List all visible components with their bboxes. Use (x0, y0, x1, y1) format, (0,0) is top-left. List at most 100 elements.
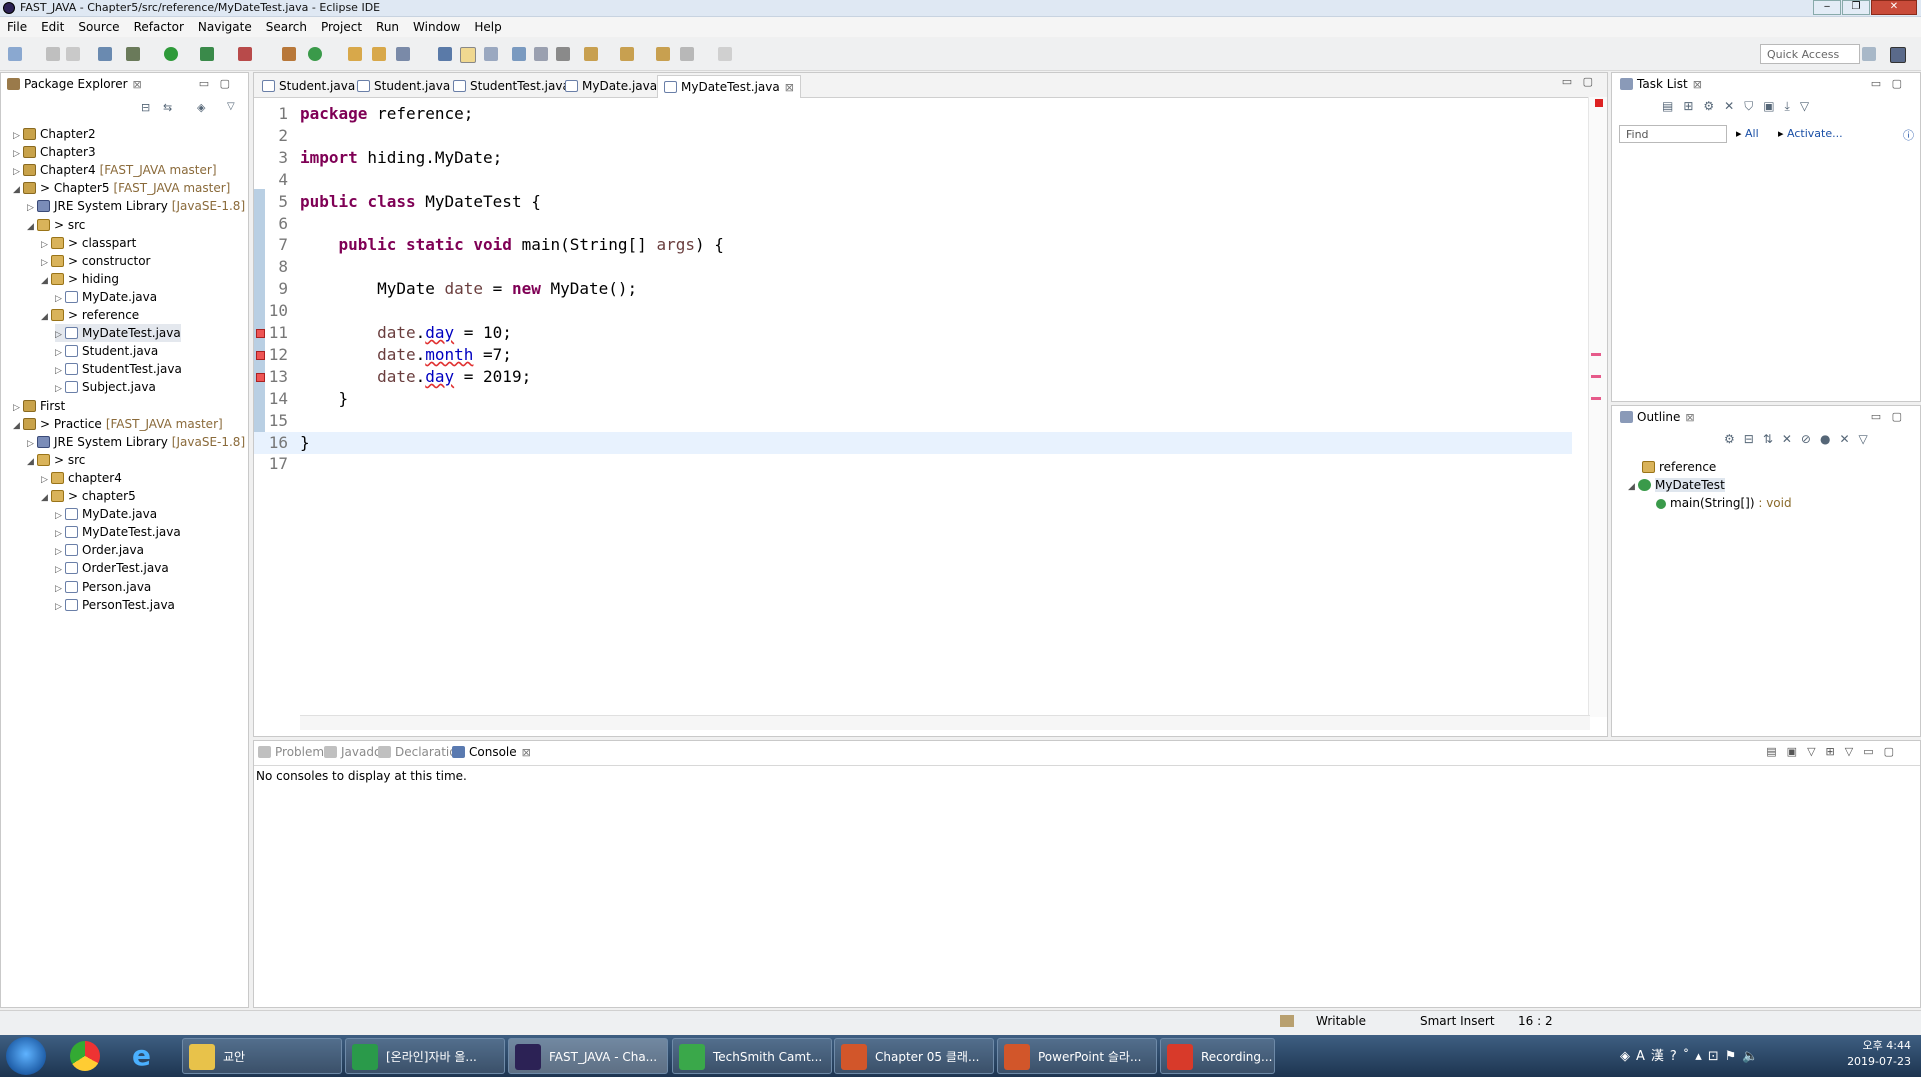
show-whitespace-icon[interactable] (534, 47, 548, 61)
code-line[interactable]: 16} (254, 431, 1572, 454)
error-marker-icon[interactable] (256, 350, 265, 360)
tab-problems[interactable]: Problems (258, 741, 330, 763)
taskbar-app-button[interactable]: FAST_JAVA - Cha... (508, 1038, 668, 1074)
tray-icons[interactable]: ◈A漢?˚▴⊡⚑🔈 (1620, 1045, 1765, 1064)
code-line[interactable]: 3 import hiding.MyDate; (254, 147, 1572, 169)
new-icon[interactable] (8, 47, 22, 61)
tree-item[interactable]: ◢ > hiding (41, 270, 119, 288)
run-icon[interactable] (164, 47, 178, 61)
code-line[interactable]: 11 date.day = 10; (254, 322, 1572, 344)
expanded-twisty-icon[interactable]: ◢ (27, 453, 37, 471)
menu-source[interactable]: Source (71, 20, 126, 34)
error-marker-icon[interactable] (256, 372, 265, 382)
chrome-icon[interactable] (70, 1041, 100, 1071)
expanded-twisty-icon[interactable]: ◢ (41, 489, 51, 507)
menu-help[interactable]: Help (467, 20, 508, 34)
tree-item[interactable]: ▷ chapter4 (41, 469, 122, 487)
code-line[interactable]: 7 public static void main(String[] args)… (254, 234, 1572, 256)
coverage-icon[interactable] (200, 47, 214, 61)
editor-tab[interactable]: StudentTest.java (453, 75, 570, 97)
code-line[interactable]: 13 date.day = 2019; (254, 366, 1572, 388)
block-selection-icon[interactable] (484, 47, 498, 61)
outline-item-package[interactable]: reference (1642, 458, 1716, 476)
tree-item[interactable]: ▷ OrderTest.java (55, 559, 169, 577)
overview-error-marker[interactable] (1591, 353, 1601, 356)
tree-item[interactable]: ▷ First (13, 397, 65, 415)
tree-item[interactable]: ◢ > Practice [FAST_JAVA master] (13, 415, 223, 433)
console-toolbar[interactable]: ▤▣▽⊞▽▭▢ (1766, 745, 1904, 758)
link-with-editor-icon[interactable]: ⇆ (163, 101, 172, 114)
new-java-package-icon[interactable] (282, 47, 296, 61)
tree-item[interactable]: ▷ MyDateTest.java (55, 523, 181, 541)
code-line[interactable]: 9 MyDate date = new MyDate(); (254, 278, 1572, 300)
tree-item[interactable]: ◢ > Chapter5 [FAST_JAVA master] (13, 179, 230, 197)
taskbar-app-button[interactable]: 교안 (182, 1038, 342, 1074)
editor-tab[interactable]: MyDateTest.java ⊠ (657, 75, 801, 98)
expanded-twisty-icon[interactable]: ◢ (13, 181, 23, 199)
taskbar-app-button[interactable]: Chapter 05 클래... (834, 1038, 994, 1074)
editor-minimize-maximize[interactable]: ▭ ▢ (1562, 75, 1593, 88)
tree-item[interactable]: ▷ > constructor (41, 252, 151, 270)
task-list-tab[interactable]: Task List ⊠ (1620, 73, 1702, 95)
editor-tab[interactable]: MyDate.java (565, 75, 657, 97)
open-task-icon[interactable] (372, 47, 386, 61)
taskbar-app-button[interactable]: Recording... (1160, 1038, 1275, 1074)
code-line[interactable]: 12 date.month =7; (254, 344, 1572, 366)
tree-item[interactable]: ▷ Chapter4 [FAST_JAVA master] (13, 161, 217, 179)
help-icon[interactable]: ⓘ (1903, 127, 1914, 143)
menu-edit[interactable]: Edit (34, 20, 71, 34)
view-minimize-maximize[interactable]: ▭ ▢ (1871, 77, 1902, 90)
error-marker-icon[interactable] (256, 329, 265, 338)
outline-item-class[interactable]: ◢ MyDateTest (1628, 476, 1725, 494)
expanded-twisty-icon[interactable]: ◢ (41, 308, 51, 326)
tree-item[interactable]: ▷ MyDateTest.java (55, 324, 181, 343)
tree-item[interactable]: ▷ > classpart (41, 234, 136, 252)
expanded-twisty-icon[interactable]: ◢ (41, 272, 51, 290)
error-summary-marker[interactable] (1595, 99, 1603, 107)
all-link[interactable]: ▸ All (1736, 127, 1759, 140)
tree-item[interactable]: ▷ MyDate.java (55, 288, 157, 306)
tree-item[interactable]: ▷ JRE System Library [JavaSE-1.8] (27, 433, 245, 451)
tree-item[interactable]: ▷ PersonTest.java (55, 596, 175, 614)
code-line[interactable]: 8 (254, 256, 1572, 278)
view-minimize-maximize[interactable]: ▭ ▢ (1871, 410, 1902, 423)
activate-link[interactable]: ▸ Activate... (1778, 127, 1843, 140)
outline-item-method[interactable]: main(String[]) : void (1656, 494, 1792, 512)
tree-item[interactable]: ◢ > src (27, 451, 85, 469)
quick-access-input[interactable]: Quick Access (1760, 44, 1860, 64)
start-button[interactable] (6, 1037, 46, 1075)
toggle-breadcrumb-icon[interactable] (438, 47, 452, 61)
overview-error-marker[interactable] (1591, 397, 1601, 400)
collapse-all-icon[interactable]: ⊟ (141, 101, 150, 114)
code-line[interactable]: 2 (254, 125, 1572, 147)
save-all-icon[interactable] (66, 47, 80, 61)
tree-item[interactable]: ▷ JRE System Library [JavaSE-1.8] (27, 197, 245, 215)
view-menu-icon[interactable]: ▽ (227, 101, 235, 112)
code-line[interactable]: 4 (254, 169, 1572, 191)
view-minimize-maximize[interactable]: ▭ ▢ (199, 77, 230, 90)
code-line[interactable]: 5 public class MyDateTest { (254, 191, 1572, 213)
tree-item[interactable]: ▷ MyDate.java (55, 505, 157, 523)
close-icon[interactable]: ⊠ (1685, 411, 1694, 424)
close-icon[interactable]: ⊠ (785, 81, 794, 94)
minimize-button[interactable]: ‒ (1813, 0, 1841, 15)
search-icon[interactable] (396, 47, 410, 61)
mark-occurrences-icon[interactable] (460, 47, 476, 63)
save-icon[interactable] (46, 47, 60, 61)
code-line[interactable]: 1 package reference; (254, 103, 1572, 125)
code-line[interactable]: 14 } (254, 388, 1572, 410)
tab-console[interactable]: Console ⊠ (452, 741, 531, 765)
tree-item[interactable]: ◢ > chapter5 (41, 487, 136, 505)
horizontal-scrollbar[interactable] (300, 715, 1590, 730)
editor-tab[interactable]: Student.java (262, 75, 355, 97)
maximize-button[interactable]: ❐ (1842, 0, 1870, 15)
taskbar-app-button[interactable]: [온라인]자바 올... (345, 1038, 505, 1074)
close-icon[interactable]: ⊠ (133, 78, 142, 91)
task-list-toolbar[interactable]: ▤⊞⚙✕⛉▣⤓▽ (1662, 99, 1819, 114)
expanded-twisty-icon[interactable]: ◢ (13, 417, 23, 435)
menu-window[interactable]: Window (406, 20, 467, 34)
overview-error-marker[interactable] (1591, 375, 1601, 378)
outline-toolbar[interactable]: ⚙⊟⇅✕⊘●✕▽ (1724, 432, 1877, 446)
internet-explorer-icon[interactable]: e (132, 1039, 151, 1072)
previous-annotation-icon[interactable] (620, 47, 634, 61)
